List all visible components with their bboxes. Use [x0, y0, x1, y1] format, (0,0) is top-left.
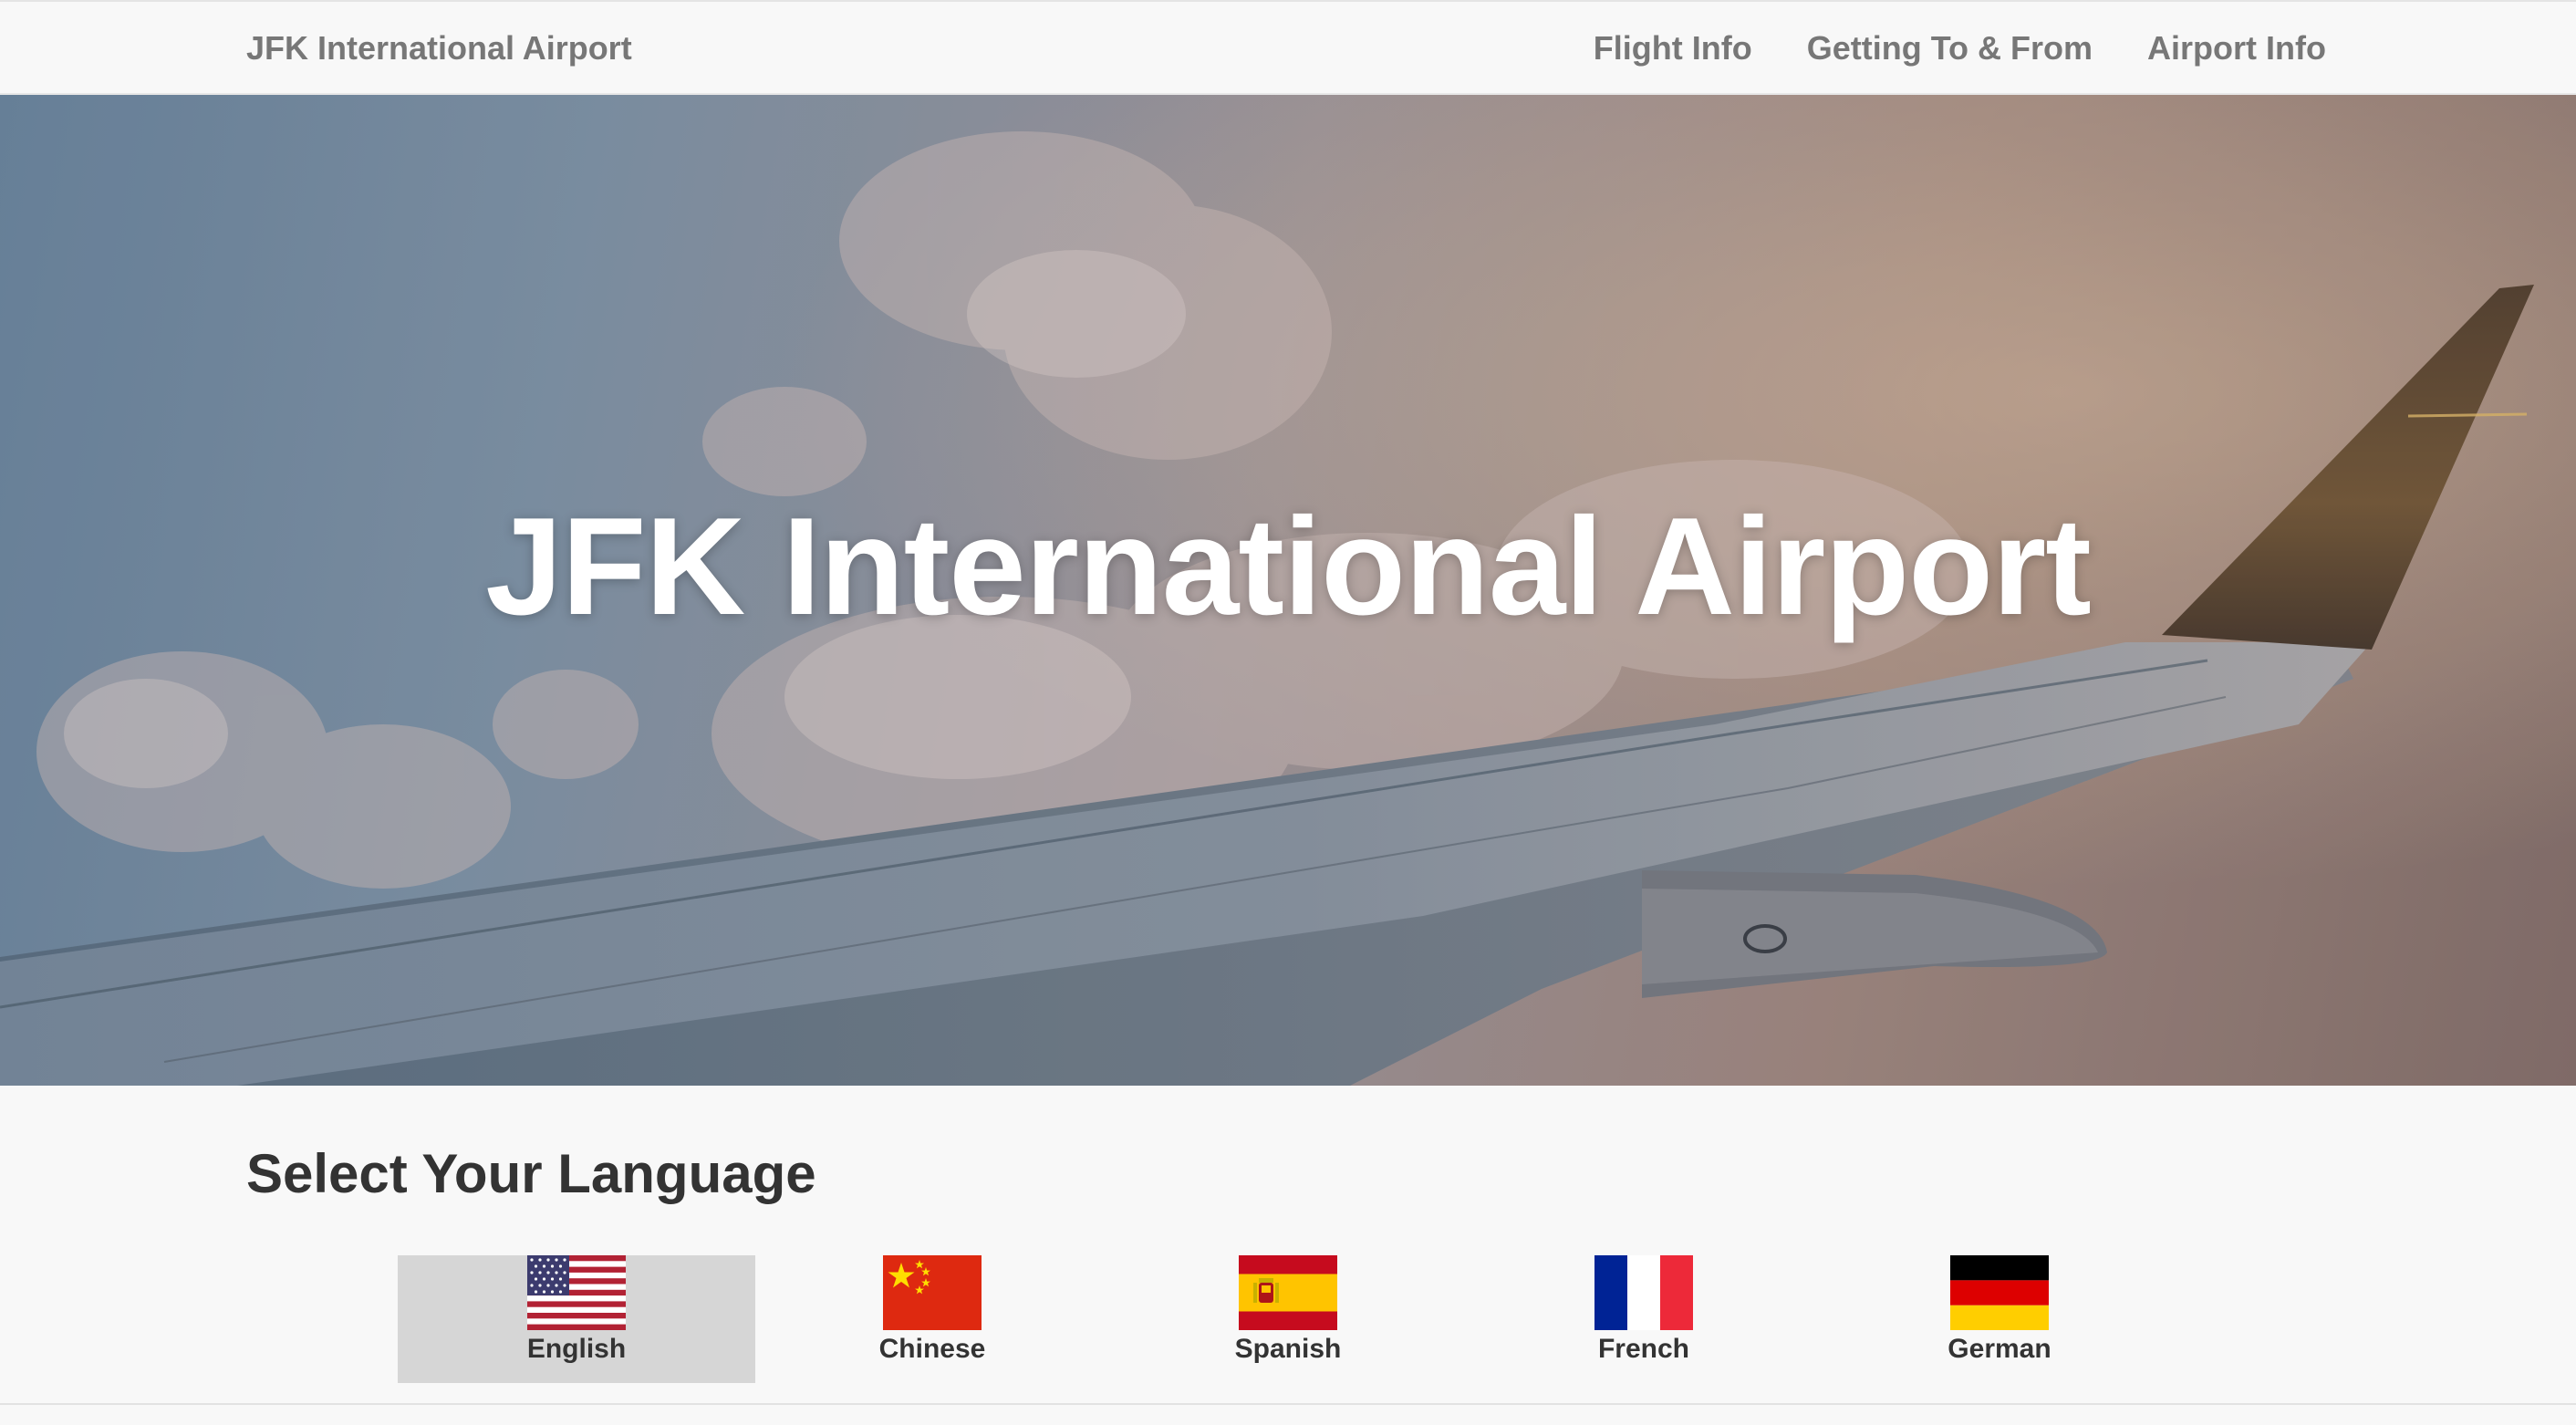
language-label: English [526, 1334, 627, 1364]
us-flag-icon [527, 1255, 626, 1330]
spain-flag-icon [1239, 1255, 1337, 1330]
nav-link-airport-info[interactable]: Airport Info [2147, 29, 2326, 68]
language-option-english[interactable]: English [398, 1255, 755, 1383]
language-label: German [1948, 1334, 2051, 1364]
language-label: French [1597, 1334, 1690, 1364]
france-flag-icon [1594, 1255, 1693, 1330]
germany-flag-icon [1950, 1255, 2049, 1330]
hero-banner: JFK International Airport [0, 95, 2576, 1086]
language-section: Select Your Language English Chinese Spa… [0, 1086, 2576, 1403]
language-option-french[interactable]: French [1465, 1255, 1823, 1383]
top-navbar: JFK International Airport Flight Info Ge… [0, 0, 2576, 95]
bottom-divider [0, 1403, 2576, 1405]
nav-link-flight-info[interactable]: Flight Info [1594, 29, 1752, 68]
language-option-german[interactable]: German [1821, 1255, 2178, 1383]
language-heading: Select Your Language [246, 1143, 816, 1204]
language-label: Chinese [878, 1334, 986, 1364]
language-label: Spanish [1234, 1334, 1342, 1364]
china-flag-icon [883, 1255, 982, 1330]
language-option-spanish[interactable]: Spanish [1109, 1255, 1467, 1383]
nav-links: Flight Info Getting To & From Airport In… [1594, 2, 2326, 95]
nav-link-getting-to-from[interactable]: Getting To & From [1807, 29, 2093, 68]
hero-title: JFK International Airport [485, 489, 2092, 644]
language-option-chinese[interactable]: Chinese [753, 1255, 1111, 1383]
brand-link[interactable]: JFK International Airport [246, 2, 632, 95]
